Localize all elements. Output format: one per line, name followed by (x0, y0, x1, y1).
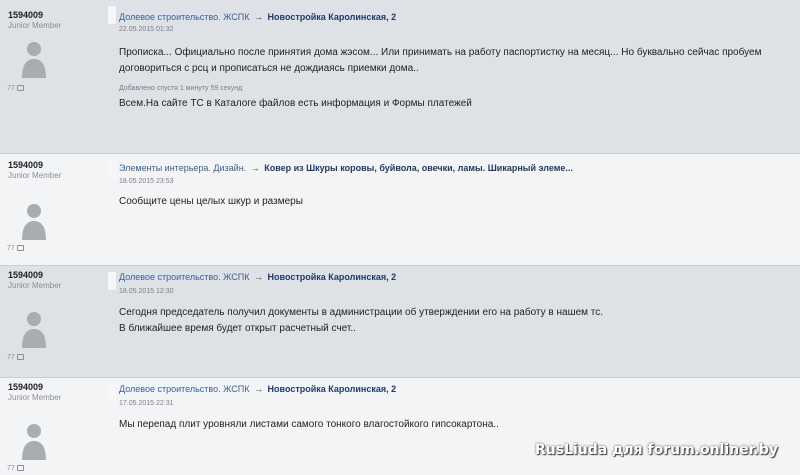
post-item: 1594009 Junior Member 77 Долевое строите… (0, 0, 800, 154)
post-date: 22.05.2015 01:32 (119, 26, 174, 33)
post-item: 1594009 Junior Member 77 Долевое строите… (0, 266, 800, 378)
post-author: 1594009 Junior Member 77 (0, 0, 108, 153)
username-link[interactable]: 1594009 (8, 10, 43, 20)
comment-bubble-icon (16, 85, 24, 92)
topic-breadcrumb: Долевое строительство. ЖСПК → Новостройк… (119, 384, 396, 394)
topic-breadcrumb: Элементы интерьера. Дизайн. → Ковер из Ш… (119, 163, 573, 173)
user-rank: Junior Member (8, 281, 62, 290)
post-author: 1594009 Junior Member 77 (0, 154, 108, 265)
post-item: 1594009 Junior Member 77 Элементы интерь… (0, 154, 800, 266)
post-text: Мы перепад плит уровняли листами самого … (119, 417, 499, 433)
section-link[interactable]: Долевое строительство. ЖСПК (119, 272, 250, 282)
arrow-icon: → (254, 272, 264, 282)
post-text-line: Сообщите цены целых шкур и размеры (119, 196, 303, 207)
avatar-icon[interactable] (22, 202, 46, 240)
section-link[interactable]: Долевое строительство. ЖСПК (119, 12, 250, 22)
watermark: RusLiuda для forum.onliner.by (534, 442, 778, 458)
post-text-line: договориться с рсц и прописаться не дожд… (119, 63, 419, 74)
comment-bubble-icon (16, 465, 24, 472)
added-note: Добавлено спустя 1 минуту 59 секунд (119, 85, 243, 92)
post-count: 77 (7, 85, 24, 92)
divider (108, 272, 116, 290)
post-item: 1594009 Junior Member 77 Долевое строите… (0, 378, 800, 475)
post-text-line: В ближайшее время будет открыт расчетный… (119, 323, 356, 334)
post-count: 77 (7, 245, 24, 252)
post-count: 77 (7, 465, 24, 472)
post-text-line: Сегодня председатель получил документы в… (119, 307, 604, 318)
post-date: 17.05.2015 22:31 (119, 400, 174, 407)
section-link[interactable]: Долевое строительство. ЖСПК (119, 384, 250, 394)
section-link[interactable]: Элементы интерьера. Дизайн. (119, 163, 246, 173)
divider (108, 384, 116, 402)
post-count: 77 (7, 354, 24, 361)
username-link[interactable]: 1594009 (8, 160, 43, 170)
post-text-line: Прописка... Официально после принятия до… (119, 47, 762, 58)
added-text: Всем.На сайте ТС в Каталоге файлов есть … (119, 98, 472, 109)
post-author: 1594009 Junior Member 77 (0, 378, 108, 475)
username-link[interactable]: 1594009 (8, 270, 43, 280)
post-text: Сегодня председатель получил документы в… (119, 305, 603, 337)
post-date: 18.05.2015 23:53 (119, 178, 174, 185)
post-text: Прописка... Официально после принятия до… (119, 45, 761, 77)
avatar-icon[interactable] (22, 422, 46, 460)
post-text: Сообщите цены целых шкур и размеры (119, 194, 303, 210)
comment-bubble-icon (16, 354, 24, 361)
username-link[interactable]: 1594009 (8, 382, 43, 392)
avatar-icon[interactable] (22, 310, 46, 348)
post-author: 1594009 Junior Member 77 (0, 266, 108, 377)
divider (108, 160, 116, 178)
arrow-icon: → (254, 384, 264, 394)
user-rank: Junior Member (8, 171, 62, 180)
arrow-icon: → (254, 12, 264, 22)
topic-link[interactable]: Новостройка Каролинская, 2 (268, 384, 397, 394)
topic-link[interactable]: Новостройка Каролинская, 2 (268, 12, 397, 22)
post-date: 18.05.2015 12:30 (119, 288, 174, 295)
topic-breadcrumb: Долевое строительство. ЖСПК → Новостройк… (119, 272, 396, 282)
post-text-line: Мы перепад плит уровняли листами самого … (119, 419, 499, 430)
user-rank: Junior Member (8, 393, 62, 402)
avatar-icon[interactable] (22, 40, 46, 78)
topic-link[interactable]: Ковер из Шкуры коровы, буйвола, овечки, … (264, 163, 573, 173)
topic-breadcrumb: Долевое строительство. ЖСПК → Новостройк… (119, 12, 396, 22)
topic-link[interactable]: Новостройка Каролинская, 2 (268, 272, 397, 282)
comment-bubble-icon (16, 245, 24, 252)
arrow-icon: → (250, 163, 260, 173)
divider (108, 6, 116, 24)
user-rank: Junior Member (8, 21, 62, 30)
